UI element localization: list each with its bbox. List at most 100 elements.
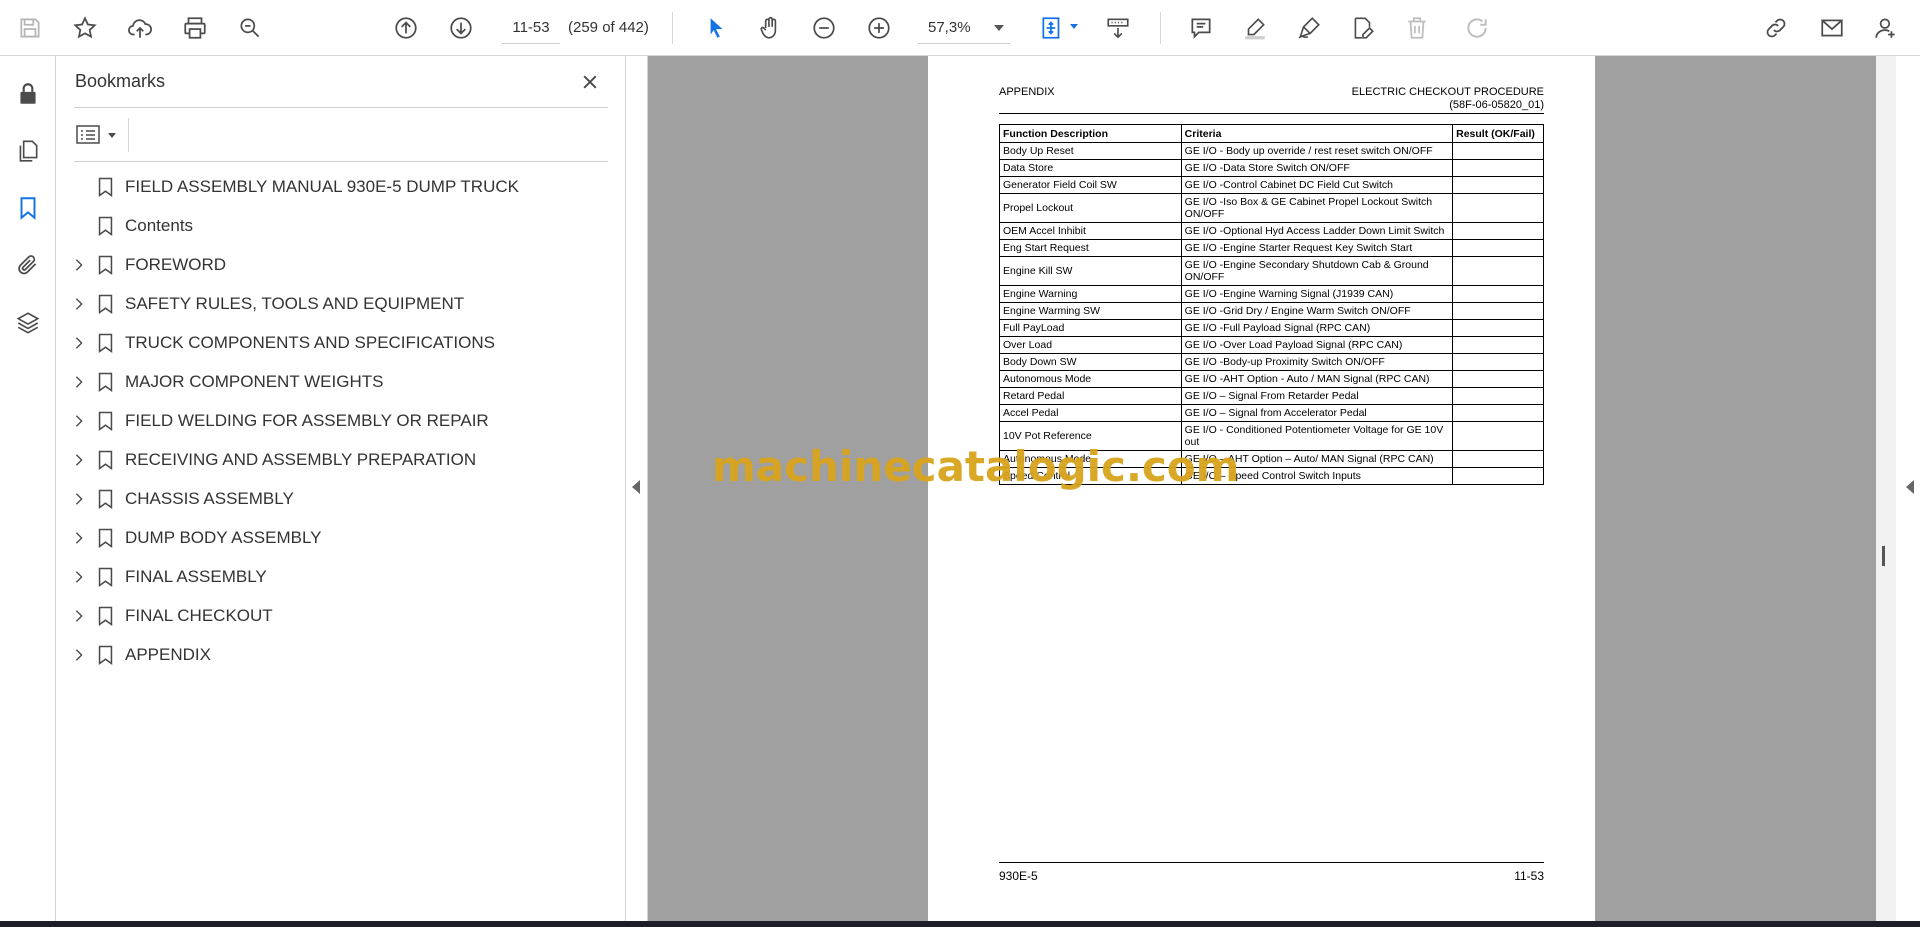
page-header-code: (58F-06-05820_01) bbox=[1449, 99, 1544, 111]
panel-collapse-handle[interactable] bbox=[626, 56, 648, 921]
layers-icon[interactable] bbox=[10, 305, 46, 341]
chevron-right-icon[interactable] bbox=[71, 296, 87, 312]
bookmark-item[interactable]: Contents bbox=[56, 206, 626, 245]
account-icon[interactable] bbox=[1868, 10, 1904, 46]
fit-page-icon[interactable] bbox=[1034, 10, 1070, 46]
bookmark-item[interactable]: APPENDIX bbox=[56, 635, 626, 674]
zoom-out-icon[interactable] bbox=[806, 10, 842, 46]
top-toolbar: (259 of 442) 57,3% bbox=[0, 0, 1920, 56]
header-rule bbox=[999, 113, 1544, 114]
table-cell: GE I/O -Data Store Switch ON/OFF bbox=[1180, 159, 1454, 177]
redo-icon[interactable] bbox=[1459, 10, 1495, 46]
bookmark-options-button[interactable] bbox=[76, 120, 122, 150]
list-options-icon bbox=[76, 125, 100, 144]
bookmark-label: RECEIVING AND ASSEMBLY PREPARATION bbox=[125, 450, 477, 469]
chevron-right-icon[interactable] bbox=[71, 374, 87, 390]
bookmark-icon[interactable] bbox=[10, 190, 46, 226]
table-row: Accel Pedal GE I/O – Signal from Accelera… bbox=[999, 404, 1544, 422]
highlight-icon[interactable] bbox=[1237, 10, 1273, 46]
bookmark-item[interactable]: FIELD WELDING FOR ASSEMBLY OR REPAIR bbox=[56, 401, 626, 440]
chevron-right-icon[interactable] bbox=[71, 335, 87, 351]
table-cell bbox=[1452, 353, 1544, 371]
table-cell: GE I/O – Signal from Accelerator Pedal bbox=[1180, 404, 1454, 422]
page-up-icon[interactable] bbox=[388, 10, 424, 46]
table-cell: Engine Warning bbox=[999, 285, 1182, 303]
page-number-input[interactable] bbox=[502, 12, 560, 44]
comment-icon[interactable] bbox=[1183, 10, 1219, 46]
lock-icon[interactable] bbox=[10, 76, 46, 112]
chevron-right-icon[interactable] bbox=[71, 491, 87, 507]
table-body: Body Up Reset GE I/O - Body up override /… bbox=[999, 142, 1544, 485]
table-cell bbox=[1452, 387, 1544, 405]
print-icon[interactable] bbox=[177, 10, 213, 46]
footer-rule bbox=[999, 862, 1544, 863]
table-cell: GE I/O -Body-up Proximity Switch ON/OFF bbox=[1180, 353, 1454, 371]
scroll-mode-icon[interactable] bbox=[1100, 10, 1136, 46]
table-row: Retard Pedal GE I/O – Signal From Retarde… bbox=[999, 387, 1544, 405]
edit-pdf-icon[interactable] bbox=[1345, 10, 1381, 46]
chevron-left-icon[interactable] bbox=[1906, 480, 1914, 494]
page-down-icon[interactable] bbox=[443, 10, 479, 46]
table-cell bbox=[1452, 421, 1544, 451]
bookmark-icon bbox=[95, 175, 115, 199]
chevron-right-icon[interactable] bbox=[71, 608, 87, 624]
page-header-title: ELECTRIC CHECKOUT PROCEDURE bbox=[1351, 86, 1544, 98]
sign-icon[interactable] bbox=[1291, 10, 1327, 46]
table-row: Propel Lockout GE I/O -Iso Box & GE Cabin… bbox=[999, 193, 1544, 223]
bookmark-icon bbox=[95, 565, 115, 589]
save-icon[interactable] bbox=[12, 10, 48, 46]
vertical-scrollbar[interactable] bbox=[1876, 56, 1896, 921]
bookmark-label: MAJOR COMPONENT WEIGHTS bbox=[125, 372, 384, 391]
divider bbox=[74, 161, 608, 162]
chevron-down-icon[interactable] bbox=[1070, 24, 1078, 29]
bookmark-icon bbox=[95, 643, 115, 667]
bookmark-icon bbox=[95, 331, 115, 355]
pages-icon[interactable] bbox=[10, 133, 46, 169]
page-count: (259 of 442) bbox=[568, 19, 649, 36]
chevron-right-icon[interactable] bbox=[71, 530, 87, 546]
delete-icon[interactable] bbox=[1399, 10, 1435, 46]
page-header-left: APPENDIX bbox=[999, 86, 1055, 98]
table-row: Eng Start Request GE I/O -Engine Starter … bbox=[999, 239, 1544, 257]
table-row: Engine Warning GE I/O -Engine Warning Sig… bbox=[999, 285, 1544, 303]
chevron-right-icon[interactable] bbox=[71, 569, 87, 585]
zoom-value: 57,3% bbox=[928, 19, 971, 36]
cloud-upload-icon[interactable] bbox=[122, 10, 158, 46]
hand-icon[interactable] bbox=[752, 10, 788, 46]
zoom-select[interactable]: 57,3% bbox=[918, 12, 1010, 44]
table-cell: GE I/O -Engine Secondary Shutdown Cab & … bbox=[1180, 256, 1454, 286]
attachment-icon[interactable] bbox=[10, 247, 46, 283]
table-row: Autonomous Mode GE I/O -AHT Option - Auto… bbox=[999, 370, 1544, 388]
scrollbar-thumb[interactable] bbox=[1882, 546, 1885, 566]
table-cell: GE I/O -Control Cabinet DC Field Cut Swi… bbox=[1180, 176, 1454, 194]
bookmark-item[interactable]: DUMP BODY ASSEMBLY bbox=[56, 518, 626, 557]
divider bbox=[74, 107, 608, 108]
chevron-right-icon[interactable] bbox=[71, 257, 87, 273]
bookmark-item[interactable]: FIELD ASSEMBLY MANUAL 930E-5 DUMP TRUCK bbox=[56, 167, 626, 206]
bookmark-item[interactable]: FINAL CHECKOUT bbox=[56, 596, 626, 635]
chevron-left-icon[interactable] bbox=[632, 480, 640, 494]
bookmark-item[interactable]: RECEIVING AND ASSEMBLY PREPARATION bbox=[56, 440, 626, 479]
table-cell: GE I/O -Engine Starter Request Key Switc… bbox=[1180, 239, 1454, 257]
bookmark-item[interactable]: CHASSIS ASSEMBLY bbox=[56, 479, 626, 518]
bookmark-item[interactable]: TRUCK COMPONENTS AND SPECIFICATIONS bbox=[56, 323, 626, 362]
select-cursor-icon[interactable] bbox=[698, 10, 734, 46]
bookmark-item[interactable]: FOREWORD bbox=[56, 245, 626, 284]
share-link-icon[interactable] bbox=[1758, 10, 1794, 46]
bookmark-item[interactable]: SAFETY RULES, TOOLS AND EQUIPMENT bbox=[56, 284, 626, 323]
chevron-right-icon[interactable] bbox=[71, 452, 87, 468]
toolbar-divider bbox=[1160, 12, 1161, 44]
bookmark-label: Contents bbox=[125, 216, 194, 235]
close-icon[interactable] bbox=[576, 68, 604, 96]
table-row: Data Store GE I/O -Data Store Switch ON/O… bbox=[999, 159, 1544, 177]
search-zoom-icon[interactable] bbox=[232, 10, 268, 46]
chevron-right-icon[interactable] bbox=[71, 413, 87, 429]
table-cell: GE I/O -Iso Box & GE Cabinet Propel Lock… bbox=[1180, 193, 1454, 223]
table-cell bbox=[1452, 256, 1544, 286]
email-icon[interactable] bbox=[1814, 10, 1850, 46]
star-icon[interactable] bbox=[67, 10, 103, 46]
zoom-in-icon[interactable] bbox=[861, 10, 897, 46]
bookmark-item[interactable]: FINAL ASSEMBLY bbox=[56, 557, 626, 596]
chevron-right-icon[interactable] bbox=[71, 647, 87, 663]
bookmark-item[interactable]: MAJOR COMPONENT WEIGHTS bbox=[56, 362, 626, 401]
